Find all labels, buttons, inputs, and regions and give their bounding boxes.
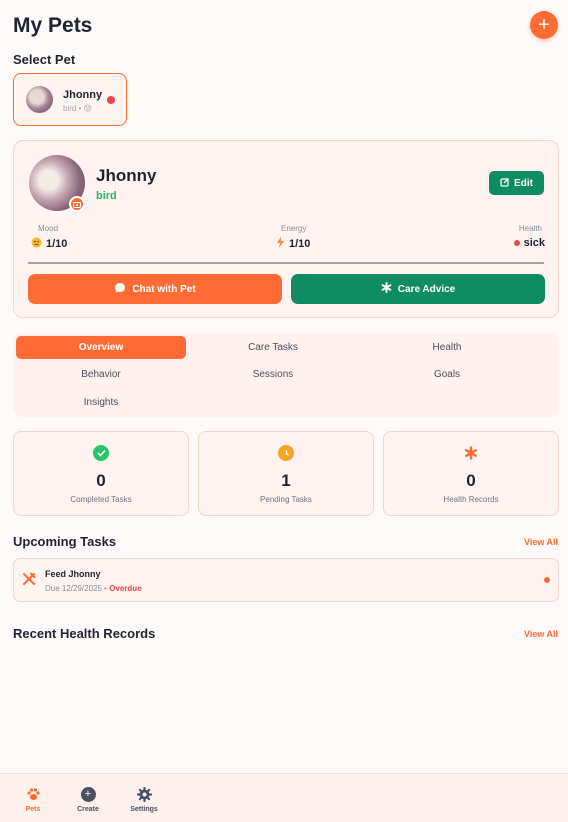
completed-label: Completed Tasks (70, 495, 132, 504)
add-pet-button[interactable]: + (530, 11, 558, 39)
paw-icon (26, 787, 41, 802)
tab-insights[interactable]: Insights (16, 391, 186, 414)
pending-tasks-card: 1 Pending Tasks (198, 431, 374, 516)
utensils-icon (22, 572, 36, 590)
plus-icon: + (538, 13, 550, 36)
health-records-title: Recent Health Records (13, 626, 156, 641)
task-due-date: Due 12/29/2025 • (45, 584, 110, 593)
tab-overview[interactable]: Overview (16, 336, 186, 359)
asterisk-icon (381, 282, 392, 296)
task-due: Due 12/29/2025 • Overdue (45, 584, 142, 593)
page-header: My Pets + (13, 11, 558, 42)
nav-create-label: Create (77, 806, 99, 813)
nav-settings-label: Settings (130, 806, 158, 813)
tab-behavior[interactable]: Behavior (16, 363, 186, 386)
chat-with-pet-button[interactable]: Chat with Pet (28, 274, 282, 304)
upcoming-view-all-link[interactable]: View All (524, 537, 558, 547)
status-dot (107, 96, 115, 104)
care-advice-label: Care Advice (397, 283, 456, 295)
energy-label: Energy (281, 224, 307, 233)
chat-label: Chat with Pet (132, 283, 196, 295)
clock-icon (278, 445, 294, 461)
select-pet-label: Select Pet (13, 52, 76, 67)
nav-pets[interactable]: Pets (13, 787, 53, 813)
health-status-dot (513, 240, 520, 246)
health-records-card: 0 Health Records (383, 431, 559, 516)
gear-icon (136, 786, 152, 803)
pet-profile-card: Jhonny bird Edit Mood 1/10 Energy 1/10 H… (13, 140, 559, 318)
nav-create[interactable]: + Create (68, 787, 108, 813)
edit-icon (500, 177, 510, 190)
pending-label: Pending Tasks (260, 495, 312, 504)
edit-button[interactable]: Edit (489, 171, 544, 195)
page-title: My Pets (13, 14, 93, 37)
health-label: Health (518, 224, 542, 233)
health-status: sick (523, 237, 545, 249)
pending-count: 1 (281, 471, 291, 490)
stats-divider (28, 262, 544, 264)
check-icon (93, 445, 109, 461)
nav-settings[interactable]: Settings (124, 786, 164, 813)
health-value: sick (513, 237, 545, 249)
health-records-view-all-link[interactable]: View All (524, 629, 558, 639)
health-records-label: Health Records (443, 495, 499, 504)
upcoming-tasks-title: Upcoming Tasks (13, 534, 117, 549)
pet-chip-jhonny[interactable]: Jhonny bird • 😟 (13, 73, 127, 126)
tab-care-tasks[interactable]: Care Tasks (188, 336, 358, 359)
pet-avatar (26, 86, 53, 113)
energy-value: 1/10 (276, 237, 310, 251)
plus-circle-icon: + (80, 787, 96, 802)
tab-health[interactable]: Health (362, 336, 532, 359)
task-overdue-label: Overdue (109, 584, 142, 593)
task-name: Feed Jhonny (45, 569, 101, 579)
sad-face-icon (31, 237, 42, 251)
pet-chip-subtitle: bird • 😟 (63, 104, 92, 113)
care-advice-button[interactable]: Care Advice (291, 274, 545, 304)
edit-label: Edit (514, 177, 533, 189)
completed-count: 0 (96, 471, 106, 490)
bottom-nav: Pets + Create Settings (0, 773, 568, 822)
task-status-dot (544, 577, 550, 583)
nav-pets-label: Pets (25, 806, 41, 813)
chat-icon (114, 282, 126, 297)
pet-chip-name: Jhonny (63, 89, 103, 101)
tab-bar: Overview Care Tasks Health Behavior Sess… (13, 333, 559, 417)
health-records-count: 0 (466, 471, 476, 490)
mood-value: 1/10 (31, 237, 67, 251)
lightning-icon (276, 237, 285, 251)
mood-label: Mood (38, 224, 59, 233)
asterisk-icon (463, 445, 479, 461)
tab-sessions[interactable]: Sessions (188, 363, 358, 386)
pet-species: bird (96, 190, 117, 202)
mood-score: 1/10 (46, 238, 68, 250)
camera-icon[interactable] (69, 196, 85, 212)
energy-score: 1/10 (289, 238, 311, 250)
completed-tasks-card: 0 Completed Tasks (13, 431, 189, 516)
tab-goals[interactable]: Goals (362, 363, 532, 386)
task-item[interactable]: Feed Jhonny Due 12/29/2025 • Overdue (13, 558, 559, 602)
pet-name: Jhonny (96, 166, 157, 185)
